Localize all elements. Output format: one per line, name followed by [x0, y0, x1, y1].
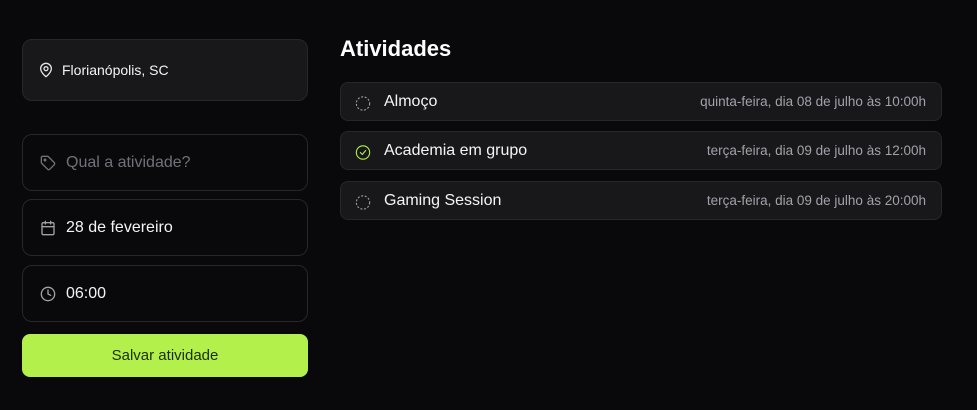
time-value: 06:00 [66, 284, 107, 302]
check-circle-icon[interactable] [355, 143, 371, 160]
activities-panel: Atividades Almoço quinta-feira, dia 08 d… [340, 35, 942, 220]
time-field[interactable]: 06:00 [22, 265, 308, 322]
activity-input[interactable] [66, 153, 286, 172]
activity-field[interactable] [22, 134, 308, 191]
activity-date: terça-feira, dia 09 de julho às 20:00h [706, 193, 926, 208]
map-pin-icon [38, 62, 54, 78]
location-card: Florianópolis, SC [22, 39, 308, 101]
save-activity-button[interactable]: Salvar atividade [22, 334, 308, 377]
pending-circle-icon[interactable] [355, 94, 371, 111]
activity-name: Academia em grupo [384, 141, 528, 159]
calendar-icon [40, 220, 56, 236]
pending-circle-icon[interactable] [355, 193, 371, 210]
sidebar: Florianópolis, SC 28 de fevereiro 06:00 … [22, 39, 308, 377]
activity-item[interactable]: Gaming Session terça-feira, dia 09 de ju… [340, 181, 942, 220]
activity-date: terça-feira, dia 09 de julho às 12:00h [706, 143, 926, 158]
page-title: Atividades [340, 36, 452, 61]
activity-name: Gaming Session [384, 191, 502, 209]
activity-name: Almoço [384, 92, 438, 110]
activity-item[interactable]: Academia em grupo terça-feira, dia 09 de… [340, 131, 942, 170]
location-label: Florianópolis, SC [62, 62, 169, 78]
clock-icon [40, 286, 56, 302]
activity-item[interactable]: Almoço quinta-feira, dia 08 de julho às … [340, 82, 942, 121]
date-value: 28 de fevereiro [66, 218, 173, 236]
activity-date: quinta-feira, dia 08 de julho às 10:00h [700, 94, 926, 109]
date-field[interactable]: 28 de fevereiro [22, 199, 308, 256]
tag-icon [40, 155, 56, 171]
